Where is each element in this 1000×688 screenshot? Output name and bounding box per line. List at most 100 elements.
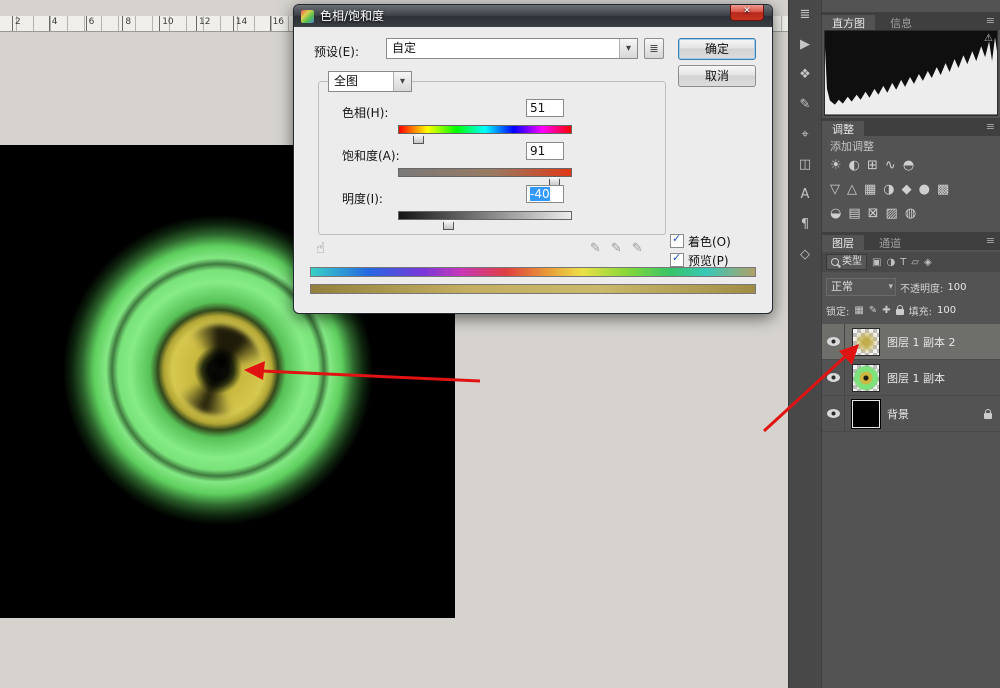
adjustment-icon[interactable]: ▽	[830, 182, 840, 197]
adjustment-icon[interactable]: ●	[919, 182, 930, 197]
colorize-checkbox[interactable]: 着色(O)	[670, 233, 731, 250]
adjustment-icon-row: ▽ △ ▦ ◑ ◆ ● ▩	[826, 178, 998, 200]
background-lock-icon	[984, 413, 992, 419]
visibility-cell[interactable]	[822, 396, 845, 431]
saturation-slider-track[interactable]	[398, 168, 572, 177]
adjustment-icon[interactable]: ◒	[830, 206, 841, 221]
lock-transparency-icon[interactable]: ▦	[854, 305, 863, 316]
layer-row-copy2[interactable]: 图层 1 副本 2	[822, 324, 1000, 360]
scrubby-hand-icon[interactable]: ☝	[316, 239, 325, 257]
filter-kind-icon[interactable]: ◈	[924, 257, 932, 268]
histogram-warning-icon[interactable]: ⚠	[984, 33, 993, 44]
ok-button[interactable]: 确定	[678, 38, 756, 60]
visibility-cell[interactable]	[822, 324, 845, 359]
lock-all-icon[interactable]	[896, 309, 904, 315]
adjustment-icon[interactable]: ◓	[903, 158, 914, 173]
eye-icon[interactable]	[827, 409, 840, 418]
filter-type-label: 类型	[842, 255, 862, 269]
preset-dropdown[interactable]: 自定	[386, 38, 638, 59]
adjustment-icon[interactable]: ▩	[937, 182, 949, 197]
filter-kind-icon[interactable]: ▣	[872, 257, 881, 268]
saturation-value-input[interactable]: 91	[526, 142, 564, 160]
fill-label: 填充:	[909, 303, 932, 318]
eyedropper-icon[interactable]: ✎	[632, 241, 643, 256]
blend-mode-dropdown[interactable]: 正常	[826, 278, 896, 296]
eye-icon[interactable]	[827, 373, 840, 382]
layer-name[interactable]: 图层 1 副本	[887, 370, 1000, 386]
layer-thumbnail[interactable]	[852, 328, 880, 356]
lightness-slider-track[interactable]	[398, 211, 572, 220]
dialog-titlebar[interactable]: 色相/饱和度 ✕	[294, 5, 772, 27]
adjustment-icon[interactable]: ☀	[830, 158, 842, 173]
adjustment-icon[interactable]: ▤	[848, 206, 860, 221]
tab-adjustments[interactable]: 调整	[822, 121, 864, 139]
visibility-cell[interactable]	[822, 360, 845, 395]
hue-saturation-dialog: 色相/饱和度 ✕ 预设(E): 自定 ≣ 确定 取消 全图 色相(H): 51 …	[293, 4, 773, 314]
adjustment-icon[interactable]: ⊠	[868, 206, 879, 221]
hue-value-input[interactable]: 51	[526, 99, 564, 117]
opacity-value[interactable]: 100	[947, 282, 966, 293]
panel-menu-icon[interactable]: ≡	[986, 120, 995, 133]
adjustment-icon[interactable]: ▦	[864, 182, 876, 197]
dock-panel-icon[interactable]: ❖	[793, 66, 817, 84]
photoshop-workspace: 246810121416 色相/饱和度 ✕ 预设(E): 自定 ≣ 确定 取消 …	[0, 0, 1000, 688]
dock-panel-icon[interactable]: ⌖	[793, 126, 817, 144]
lock-row: 锁定: ▦ ✎ ✚ 填充: 100	[822, 300, 1000, 320]
dock-panel-icon[interactable]: ✎	[793, 96, 817, 114]
eye-icon[interactable]	[827, 337, 840, 346]
ruler-number: 4	[49, 16, 86, 31]
preset-options-button[interactable]: ≣	[644, 38, 664, 59]
channel-value: 全图	[334, 74, 358, 88]
channel-dropdown[interactable]: 全图	[328, 71, 412, 92]
layer-row-background[interactable]: 背景	[822, 396, 1000, 432]
tab-channels[interactable]: 通道	[869, 235, 911, 253]
lock-pixels-icon[interactable]: ✎	[869, 305, 877, 316]
dock-panel-icon[interactable]: ≣	[793, 6, 817, 24]
eyedropper-icon[interactable]: ✎	[611, 241, 622, 256]
layer-name[interactable]: 图层 1 副本 2	[887, 334, 1000, 350]
search-icon	[831, 258, 839, 266]
ruler-number: 2	[12, 16, 49, 31]
ruler-number: 14	[233, 16, 270, 31]
dock-panel-icon[interactable]: ¶	[793, 216, 817, 234]
fill-value[interactable]: 100	[937, 305, 956, 316]
checkbox-check-icon	[670, 234, 684, 248]
layer-name[interactable]: 背景	[887, 406, 984, 422]
add-adjustment-label: 添加调整	[830, 138, 874, 154]
hue-slider-track[interactable]	[398, 125, 572, 134]
lock-position-icon[interactable]: ✚	[882, 305, 890, 316]
dock-panel-icon[interactable]: A	[793, 186, 817, 204]
adjustment-icon[interactable]: △	[847, 182, 857, 197]
layer-row-copy1[interactable]: 图层 1 副本	[822, 360, 1000, 396]
filter-kind-icon[interactable]: T	[900, 257, 906, 268]
lightness-value-input[interactable]: -40	[526, 185, 564, 203]
eyedropper-tools: ✎ ✎ ✎	[590, 241, 643, 256]
adjustment-icon[interactable]: ◐	[849, 158, 860, 173]
tab-layers[interactable]: 图层	[822, 235, 864, 253]
layer-thumbnail[interactable]	[852, 364, 880, 392]
close-icon[interactable]: ✕	[730, 5, 764, 21]
panel-menu-icon[interactable]: ≡	[986, 234, 995, 247]
adjustment-icon[interactable]: ◍	[905, 206, 916, 221]
lightness-label: 明度(I):	[342, 190, 383, 207]
lock-label: 锁定:	[826, 303, 849, 318]
colorize-label: 着色(O)	[688, 235, 731, 249]
cancel-button[interactable]: 取消	[678, 65, 756, 87]
ruler-number: 12	[196, 16, 233, 31]
panel-dock: ≣ ▶ ❖ ✎ ⌖ ◫ A ¶ ◇	[788, 0, 822, 688]
layer-thumbnail[interactable]	[852, 400, 880, 428]
adjustment-icon[interactable]: ▨	[886, 206, 898, 221]
panel-menu-icon[interactable]: ≡	[986, 14, 995, 27]
filter-kind-icon[interactable]: ◑	[886, 257, 895, 268]
dock-panel-icon[interactable]: ▶	[793, 36, 817, 54]
adjustment-icon[interactable]: ◑	[883, 182, 894, 197]
adjustment-icon[interactable]: ◆	[902, 182, 912, 197]
preset-value: 自定	[392, 41, 416, 55]
adjustment-icon[interactable]: ⊞	[867, 158, 878, 173]
dock-panel-icon[interactable]: ◇	[793, 246, 817, 264]
layer-filter-type-dropdown[interactable]: 类型	[826, 254, 867, 270]
dock-panel-icon[interactable]: ◫	[793, 156, 817, 174]
filter-kind-icon[interactable]: ▱	[911, 257, 919, 268]
eyedropper-icon[interactable]: ✎	[590, 241, 601, 256]
adjustment-icon[interactable]: ∿	[885, 158, 896, 173]
